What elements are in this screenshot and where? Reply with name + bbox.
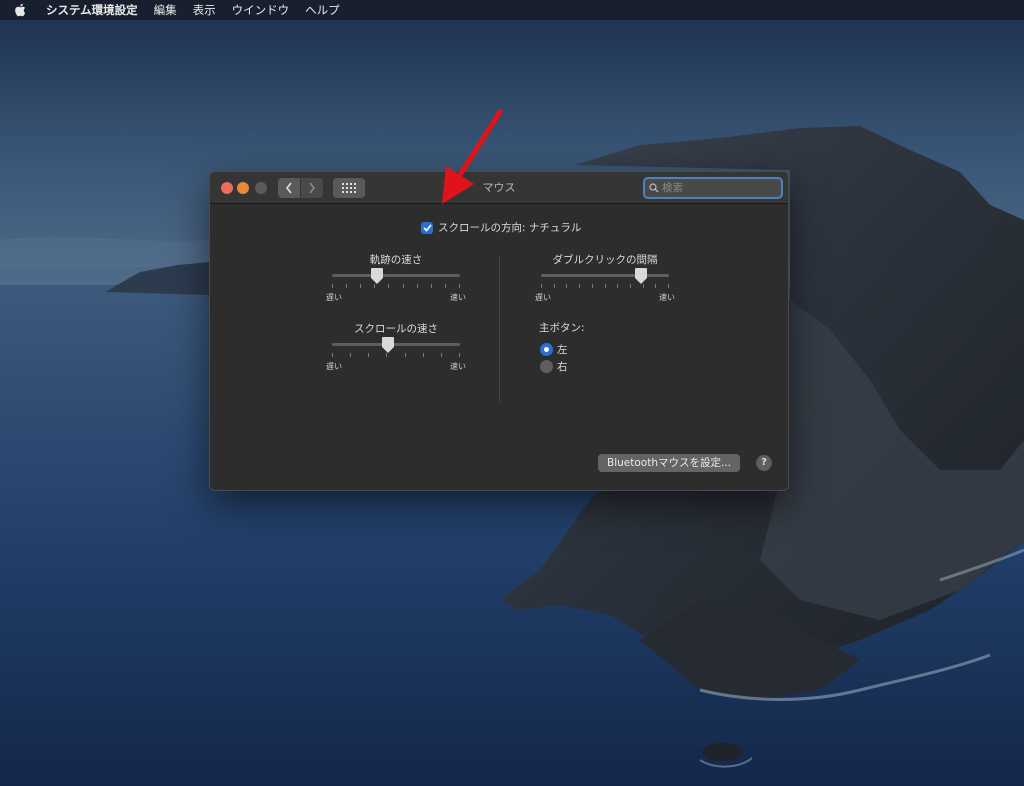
primary-left-radio[interactable]: [540, 343, 553, 356]
show-all-button[interactable]: [333, 178, 365, 198]
slider-tick: [416, 284, 418, 288]
scroll-speed-max-label: 速い: [450, 362, 466, 371]
slider-tick: [386, 353, 388, 357]
mouse-preferences-window: マウス スクロールの方向: ナチュラル: [209, 171, 789, 491]
tracking-speed-knob[interactable]: [370, 268, 383, 284]
column-divider: [499, 256, 500, 402]
slider-tick: [617, 284, 619, 288]
primary-button-title: 主ボタン:: [539, 322, 585, 334]
slider-tick: [374, 284, 376, 288]
double-click-title: ダブルクリックの間隔: [552, 254, 658, 266]
tracking-speed-min-label: 遅い: [326, 293, 342, 302]
forward-button[interactable]: [301, 178, 323, 198]
slider-tick: [368, 353, 370, 357]
checkmark-icon: [422, 223, 432, 232]
slider-tick: [591, 284, 593, 288]
double-click-group: ダブルクリックの間隔 遅い 速い: [535, 252, 675, 302]
natural-scroll-row[interactable]: スクロールの方向: ナチュラル: [421, 220, 581, 235]
tracking-speed-ticks: [332, 284, 460, 289]
grid-icon: [342, 183, 356, 193]
primary-button-left-row[interactable]: 左: [540, 342, 568, 357]
menu-edit[interactable]: 編集: [154, 0, 177, 20]
natural-scroll-label: スクロールの方向: ナチュラル: [438, 222, 582, 234]
slider-tick: [642, 284, 644, 288]
double-click-ticks: [541, 284, 669, 289]
scroll-speed-ticks: [332, 353, 460, 358]
slider-tick: [444, 284, 446, 288]
slider-tick: [332, 284, 333, 288]
slider-tick: [404, 353, 406, 357]
slider-tick: [629, 284, 631, 288]
slider-tick: [604, 284, 606, 288]
menu-bar: システム環境設定 編集 表示 ウインドウ ヘルプ: [0, 0, 1024, 20]
scroll-speed-min-label: 遅い: [326, 362, 342, 371]
slider-tick: [459, 284, 460, 288]
slider-tick: [430, 284, 432, 288]
search-icon: [649, 183, 659, 193]
slider-tick: [440, 353, 442, 357]
chevron-left-icon: [285, 182, 292, 194]
menu-app-name[interactable]: システム環境設定: [46, 0, 138, 20]
slider-tick: [402, 284, 404, 288]
slider-tick: [332, 353, 333, 357]
slider-tick: [655, 284, 657, 288]
double-click-max-label: 速い: [659, 293, 675, 302]
slider-tick: [350, 353, 352, 357]
title-bar: マウス: [210, 172, 788, 204]
slider-tick: [459, 353, 460, 357]
slider-tick: [668, 284, 669, 288]
slider-tick: [553, 284, 555, 288]
slider-tick: [360, 284, 362, 288]
scroll-speed-track[interactable]: [332, 343, 460, 346]
primary-right-label: 右: [557, 361, 568, 373]
menu-view[interactable]: 表示: [193, 0, 216, 20]
back-button[interactable]: [278, 178, 300, 198]
search-field[interactable]: [643, 177, 783, 199]
setup-bluetooth-mouse-button[interactable]: Bluetoothマウスを設定...: [598, 454, 740, 472]
search-input[interactable]: [662, 182, 772, 194]
slider-tick: [346, 284, 348, 288]
slider-tick: [566, 284, 568, 288]
slider-tick: [388, 284, 390, 288]
help-button[interactable]: ?: [756, 455, 772, 471]
menu-help[interactable]: ヘルプ: [305, 0, 340, 20]
apple-logo-icon[interactable]: [14, 2, 28, 18]
double-click-knob[interactable]: [634, 268, 647, 284]
tracking-speed-group: 軌跡の速さ 遅い 速い: [326, 252, 466, 302]
slider-tick: [422, 353, 424, 357]
primary-left-label: 左: [557, 344, 568, 356]
scroll-speed-group: スクロールの速さ 遅い 速い: [326, 321, 466, 371]
slider-tick: [541, 284, 542, 288]
slider-tick: [579, 284, 581, 288]
primary-right-radio[interactable]: [540, 360, 553, 373]
scroll-speed-knob[interactable]: [382, 337, 395, 353]
tracking-speed-track[interactable]: [332, 274, 460, 277]
tracking-speed-max-label: 速い: [450, 293, 466, 302]
double-click-min-label: 遅い: [535, 293, 551, 302]
primary-button-right-row[interactable]: 右: [540, 359, 568, 374]
scroll-speed-title: スクロールの速さ: [354, 323, 438, 335]
chevron-right-icon: [309, 182, 316, 194]
menu-window[interactable]: ウインドウ: [232, 0, 290, 20]
tracking-speed-title: 軌跡の速さ: [369, 254, 423, 266]
double-click-track[interactable]: [541, 274, 669, 277]
natural-scroll-checkbox[interactable]: [421, 221, 433, 234]
